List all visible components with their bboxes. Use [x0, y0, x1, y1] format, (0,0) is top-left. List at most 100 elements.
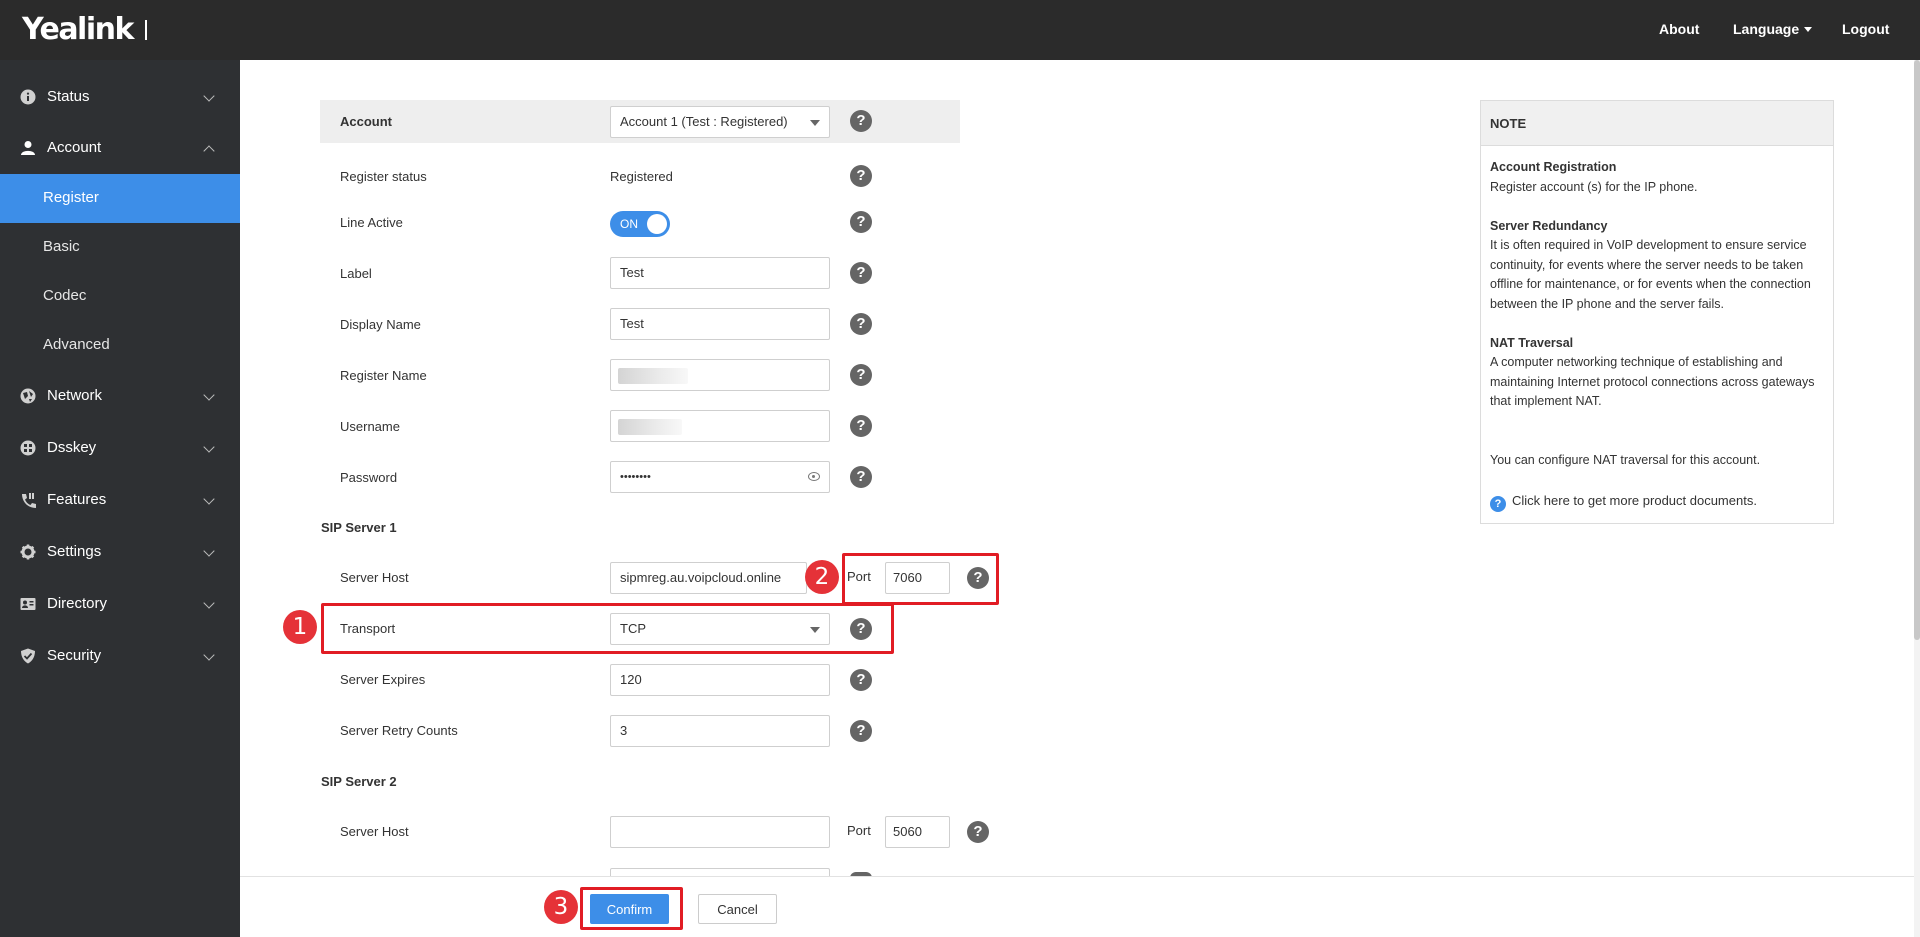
sidebar-item-directory[interactable]: Directory: [0, 584, 240, 624]
phone-icon: [22, 493, 36, 508]
annotation-badge-3: 3: [544, 890, 578, 924]
language-label: Language: [1733, 21, 1800, 37]
footer-bar: [240, 876, 1914, 937]
sidebar-item-label: Settings: [47, 543, 102, 560]
sidebar-subitem-advanced[interactable]: Advanced: [0, 321, 240, 370]
note-panel: NOTE Account Registration Register accou…: [1480, 100, 1834, 524]
sidebar-item-label: Security: [47, 647, 102, 664]
sidebar-item-label: Network: [47, 387, 103, 404]
note-title: NOTE: [1490, 116, 1527, 131]
register-name-input[interactable]: [610, 359, 830, 391]
password-mask: ••••••••: [620, 471, 651, 483]
note-heading: Server Redundancy: [1490, 218, 1608, 233]
account-select[interactable]: Account 1 (Test : Registered): [610, 106, 830, 138]
server-retry-input[interactable]: 3: [610, 715, 830, 747]
help-icon[interactable]: ?: [850, 415, 872, 437]
logout-link[interactable]: Logout: [1842, 21, 1889, 37]
about-link[interactable]: About: [1659, 21, 1699, 37]
server-expires-label: Server Expires: [340, 672, 426, 687]
sidebar-item-settings[interactable]: Settings: [0, 532, 240, 572]
language-menu[interactable]: Language: [1733, 21, 1813, 37]
help-icon[interactable]: ?: [850, 466, 872, 488]
note-body: Account Registration Register account (s…: [1490, 158, 1826, 470]
sidebar-item-features[interactable]: Features: [0, 480, 240, 520]
help-icon[interactable]: ?: [850, 110, 872, 132]
sip1-server-host-input[interactable]: sipmreg.au.voipcloud.online: [610, 562, 807, 594]
note-text: It is often required in VoIP development…: [1490, 238, 1811, 311]
note-heading: NAT Traversal: [1490, 335, 1574, 350]
help-icon[interactable]: ?: [850, 211, 872, 233]
logo-divider: [145, 20, 147, 40]
sidebar-subitem-register[interactable]: Register: [0, 174, 240, 223]
password-input[interactable]: ••••••••: [610, 461, 830, 493]
sidebar-item-label: Dsskey: [47, 439, 97, 456]
register-status-value: Registered: [610, 169, 673, 184]
display-name-input[interactable]: Test: [610, 308, 830, 340]
note-heading: Account Registration: [1490, 160, 1617, 174]
sidebar-subitem-label: Codec: [43, 287, 87, 304]
note-text: Register account (s) for the IP phone.: [1490, 179, 1698, 194]
redacted-value: [618, 419, 682, 435]
sidebar-subitem-label: Basic: [43, 238, 80, 255]
annotation-badge-2: 2: [805, 560, 839, 594]
confirm-highlight: [580, 887, 683, 930]
top-bar: Yealink About Language Logout: [0, 0, 1920, 60]
product-docs-link[interactable]: ? Click here to get more product document…: [1490, 493, 1757, 512]
note-text: A computer networking technique of estab…: [1490, 355, 1815, 408]
sip2-server-host-input[interactable]: [610, 816, 830, 848]
help-icon[interactable]: ?: [850, 313, 872, 335]
help-icon[interactable]: ?: [850, 669, 872, 691]
caret-down-icon: [1804, 27, 1813, 32]
chevron-down-icon: [203, 389, 215, 401]
globe-icon: [20, 388, 36, 404]
sidebar-item-security[interactable]: Security: [0, 636, 240, 676]
sidebar-subitem-basic[interactable]: Basic: [0, 223, 240, 272]
sidebar-item-dsskey[interactable]: Dsskey: [0, 428, 240, 468]
username-label: Username: [340, 419, 400, 434]
chevron-up-icon: [203, 145, 215, 157]
register-name-label: Register Name: [340, 368, 427, 383]
keypad-icon: [20, 440, 36, 456]
sidebar-item-status[interactable]: Status: [0, 77, 240, 117]
annotation-badge-1: 1: [283, 610, 317, 644]
question-icon: ?: [1490, 496, 1506, 512]
product-docs-text: Click here to get more product documents…: [1512, 493, 1757, 508]
username-input[interactable]: [610, 410, 830, 442]
help-icon[interactable]: ?: [850, 165, 872, 187]
help-icon[interactable]: ?: [967, 821, 989, 843]
label-input[interactable]: Test: [610, 257, 830, 289]
note-header: NOTE: [1481, 101, 1833, 146]
server-host-label: Server Host: [340, 570, 409, 585]
port-label: Port: [847, 823, 871, 838]
chevron-down-icon: [203, 90, 215, 102]
sidebar-subitem-codec[interactable]: Codec: [0, 272, 240, 321]
chevron-down-icon: [203, 649, 215, 661]
sidebar-item-account[interactable]: Account: [0, 128, 240, 168]
help-icon[interactable]: ?: [850, 364, 872, 386]
chevron-down-icon: [203, 545, 215, 557]
sip-server-2-title: SIP Server 2: [321, 774, 397, 789]
scrollbar-thumb[interactable]: [1914, 60, 1920, 640]
help-icon[interactable]: ?: [850, 262, 872, 284]
chevron-down-icon: [203, 441, 215, 453]
line-active-toggle[interactable]: ON: [610, 211, 670, 237]
display-name-label: Display Name: [340, 317, 421, 332]
transport-highlight: [321, 603, 894, 654]
sidebar-item-label: Directory: [47, 595, 108, 612]
sidebar: Status Account Register Basic Codec Adva…: [0, 60, 240, 937]
sidebar-item-label: Features: [47, 491, 107, 508]
port-highlight: [842, 553, 999, 605]
sidebar-item-label: Account: [47, 139, 102, 156]
server-expires-input[interactable]: 120: [610, 664, 830, 696]
help-icon[interactable]: ?: [850, 720, 872, 742]
cancel-button[interactable]: Cancel: [698, 894, 777, 924]
server-retry-label: Server Retry Counts: [340, 723, 458, 738]
eye-icon[interactable]: [808, 472, 820, 481]
register-status-label: Register status: [340, 169, 427, 184]
account-label: Account: [340, 114, 392, 129]
gear-icon: [20, 544, 36, 560]
info-icon: [20, 89, 36, 105]
sidebar-item-network[interactable]: Network: [0, 376, 240, 416]
sip2-port-input[interactable]: 5060: [885, 816, 950, 848]
redacted-value: [618, 368, 688, 384]
